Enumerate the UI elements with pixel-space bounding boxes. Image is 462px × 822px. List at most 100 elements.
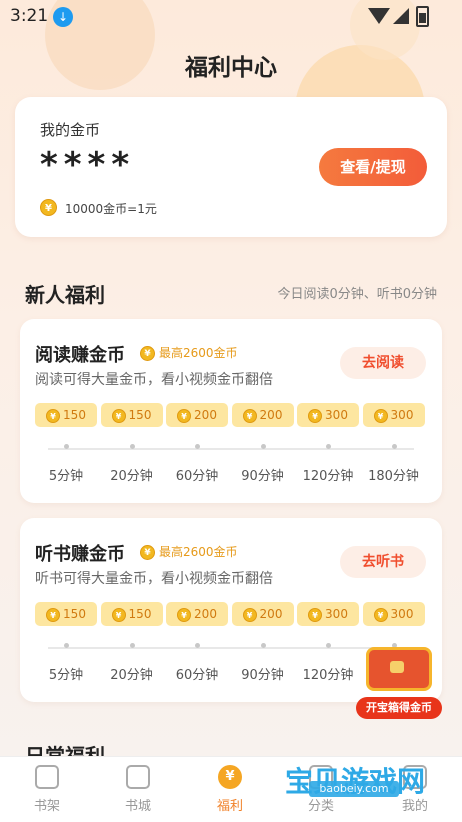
reward-amount: 300 [390, 408, 414, 422]
progress-dot [129, 643, 135, 648]
tab-label: 书城 [124, 799, 151, 814]
reward-amount: 300 [325, 408, 348, 422]
progress-dot [391, 444, 397, 449]
tab-bookshelf[interactable]: 书架 [17, 765, 77, 814]
reward-chip: ¥300 [297, 403, 359, 427]
progress-dot [326, 444, 331, 449]
bookstore-icon [126, 765, 150, 789]
bookshelf-icon [35, 765, 59, 789]
wallet-amount: **** [40, 145, 136, 185]
go-read-button[interactable]: 去阅读 [340, 347, 426, 379]
welfare-coin-icon: ¥ [218, 765, 242, 789]
exchange-rate: 10000金币=1元 [65, 202, 157, 216]
page-title: 福利中心 [185, 55, 277, 81]
battery-icon [416, 6, 429, 27]
reward-chip: ¥200 [231, 403, 294, 427]
listen-card-title: 听书赚金币 [35, 544, 125, 565]
progress-dot [64, 643, 69, 648]
tab-label: 书架 [33, 799, 60, 814]
reward-amount: 150 [128, 408, 152, 422]
coin-icon: ¥ [242, 408, 257, 423]
reward-chip: ¥150 [35, 602, 97, 626]
status-bar: 3:21 ↓ [0, 0, 462, 32]
progress-dot [326, 643, 331, 648]
read-earn-card: 阅读赚金币 ¥ 最高2600金币 阅读可得大量金币，看小视频金币翻倍 去阅读 ¥1… [20, 319, 442, 503]
reward-chip: ¥200 [166, 403, 228, 427]
progress-dot [129, 444, 135, 449]
progress-dot [260, 643, 266, 648]
reward-amount: 150 [63, 408, 86, 422]
chest-lock-icon [390, 661, 404, 673]
read-progress-track [48, 448, 414, 450]
coin-icon: ¥ [46, 408, 61, 423]
duration-label: 120分钟 [302, 469, 354, 484]
reward-amount: 300 [325, 607, 348, 621]
reward-amount: 200 [259, 408, 283, 422]
coin-icon: ¥ [177, 408, 192, 423]
coin-icon: ¥ [308, 607, 323, 622]
reward-amount: 300 [390, 607, 414, 621]
tab-label: 福利 [216, 799, 243, 814]
watermark-url: baobeiy.com [309, 781, 399, 797]
reward-amount: 150 [128, 607, 152, 621]
listen-max-reward: ¥ 最高2600金币 [140, 543, 238, 560]
coin-icon: ¥ [373, 607, 388, 622]
download-icon: ↓ [53, 7, 73, 27]
progress-dot [195, 643, 200, 648]
coin-icon: ¥ [111, 607, 126, 622]
duration-label: 120分钟 [302, 668, 354, 683]
listen-max-reward-text: 最高2600金币 [159, 545, 238, 559]
status-time: 3:21 [10, 6, 49, 26]
reward-amount: 200 [194, 607, 217, 621]
today-progress: 今日阅读0分钟、听书0分钟 [277, 287, 437, 302]
coin-icon: ¥ [373, 408, 388, 423]
duration-label: 60分钟 [175, 668, 219, 683]
duration-label: 20分钟 [110, 668, 153, 683]
reward-chip: ¥150 [100, 602, 163, 626]
treasure-chest-button[interactable]: 开宝箱得金币 [356, 641, 442, 723]
progress-dot [195, 444, 200, 449]
read-card-description: 阅读可得大量金币，看小视频金币翻倍 [35, 372, 273, 388]
withdraw-button[interactable]: 查看/提现 [319, 148, 427, 186]
treasure-chest-label: 开宝箱得金币 [356, 697, 442, 719]
coin-icon: ¥ [140, 545, 155, 560]
reward-chip: ¥300 [362, 403, 425, 427]
reward-amount: 200 [194, 408, 217, 422]
progress-dot [260, 444, 266, 449]
go-listen-button[interactable]: 去听书 [340, 546, 426, 578]
listen-rewards-row: ¥150 ¥150 ¥200 ¥200 ¥300 ¥300 [35, 602, 427, 626]
read-max-reward: ¥ 最高2600金币 [140, 344, 238, 361]
wallet-label: 我的金币 [40, 121, 101, 139]
coin-icon: ¥ [40, 199, 57, 216]
tab-welfare-coin[interactable]: ¥ 福利 [200, 765, 260, 814]
duration-label: 5分钟 [48, 668, 84, 683]
reward-chip: ¥300 [362, 602, 425, 626]
tab-bookstore[interactable]: 书城 [108, 765, 168, 814]
progress-dot [64, 444, 69, 449]
reward-amount: 200 [259, 607, 283, 621]
coin-icon: ¥ [308, 408, 323, 423]
duration-label: 180分钟 [368, 469, 419, 484]
duration-label: 90分钟 [241, 469, 284, 484]
coin-icon: ¥ [111, 408, 126, 423]
reward-chip: ¥150 [100, 403, 163, 427]
reward-chip: ¥200 [166, 602, 228, 626]
wallet-card: 我的金币 **** ¥ 10000金币=1元 查看/提现 [15, 97, 447, 237]
coin-icon: ¥ [242, 607, 257, 622]
read-rewards-row: ¥150 ¥150 ¥200 ¥200 ¥300 ¥300 [35, 403, 427, 427]
reward-chip: ¥200 [231, 602, 294, 626]
reward-chip: ¥150 [35, 403, 97, 427]
reward-chip: ¥300 [297, 602, 359, 626]
signal-icon [393, 8, 409, 24]
coin-icon: ¥ [46, 607, 61, 622]
duration-label: 60分钟 [175, 469, 219, 484]
duration-label: 5分钟 [48, 469, 84, 484]
wifi-icon [368, 8, 390, 24]
duration-label: 90分钟 [241, 668, 284, 683]
listen-card-description: 听书可得大量金币，看小视频金币翻倍 [35, 571, 273, 587]
read-max-reward-text: 最高2600金币 [159, 346, 238, 360]
coin-icon: ¥ [177, 607, 192, 622]
reward-amount: 150 [63, 607, 86, 621]
newcomer-title: 新人福利 [25, 283, 105, 307]
read-card-title: 阅读赚金币 [35, 345, 125, 366]
